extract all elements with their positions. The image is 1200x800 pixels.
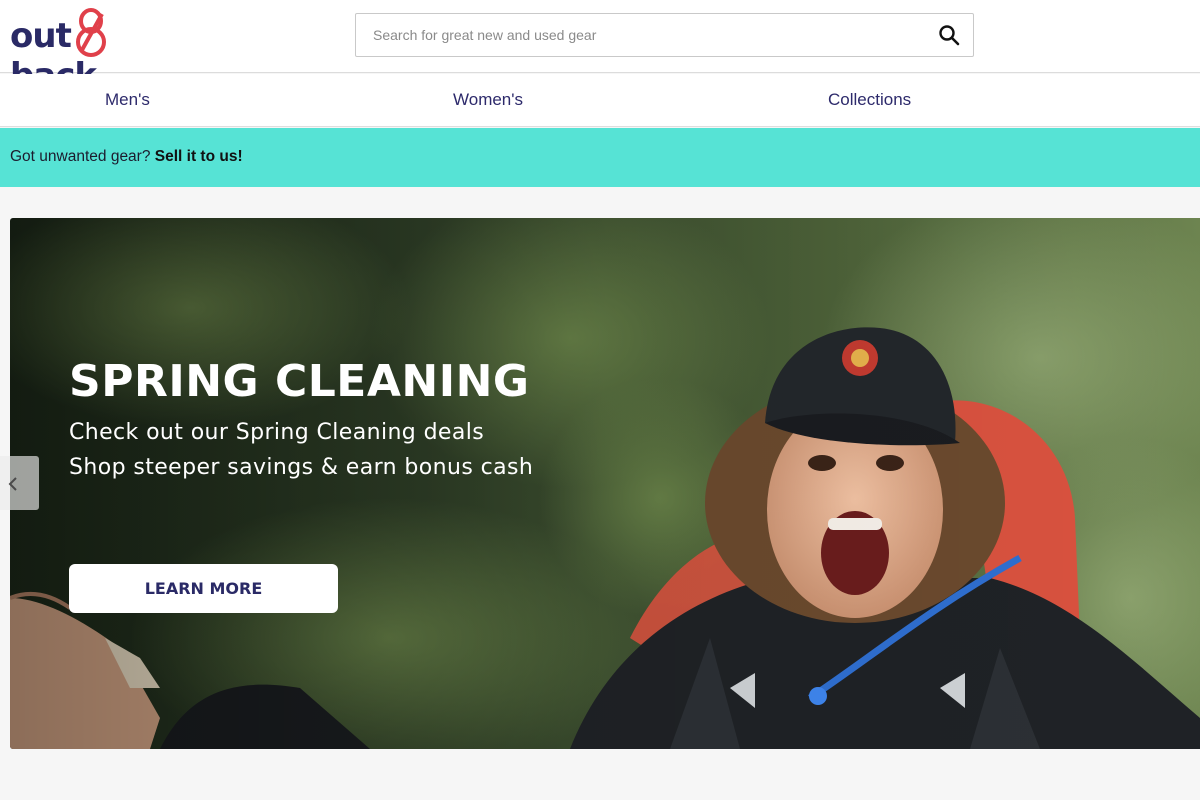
- search-input[interactable]: [356, 14, 926, 56]
- nav-item-womens[interactable]: Women's: [453, 90, 523, 110]
- sell-it-link[interactable]: Sell it to us!: [155, 148, 243, 165]
- hero-image: [10, 218, 1200, 749]
- hero-title: SPRING CLEANING: [69, 356, 530, 407]
- hero-subtitle-line2: Shop steeper savings & earn bonus cash: [69, 455, 534, 480]
- promo-message: Got unwanted gear?: [10, 148, 155, 165]
- search-icon[interactable]: [937, 23, 961, 47]
- hero-subtitle-line1: Check out our Spring Cleaning deals: [69, 420, 485, 445]
- search-bar: [355, 13, 974, 57]
- site-header: outback: [0, 0, 1200, 96]
- ampersand-8-icon: [76, 8, 106, 57]
- promo-text: Got unwanted gear? Sell it to us!: [10, 148, 243, 166]
- sell-gear-banner: Got unwanted gear? Sell it to us!: [0, 128, 1200, 187]
- nav-item-collections[interactable]: Collections: [828, 90, 911, 110]
- learn-more-button[interactable]: LEARN MORE: [69, 564, 338, 613]
- brand-logo[interactable]: outback: [10, 4, 190, 96]
- hero-carousel: SPRING CLEANING Check out our Spring Cle…: [10, 218, 1200, 749]
- chevron-left-icon: [8, 477, 17, 491]
- nav-item-mens[interactable]: Men's: [105, 90, 150, 110]
- carousel-prev-button[interactable]: [0, 456, 39, 510]
- main-nav: Men's Women's Collections: [0, 74, 1200, 127]
